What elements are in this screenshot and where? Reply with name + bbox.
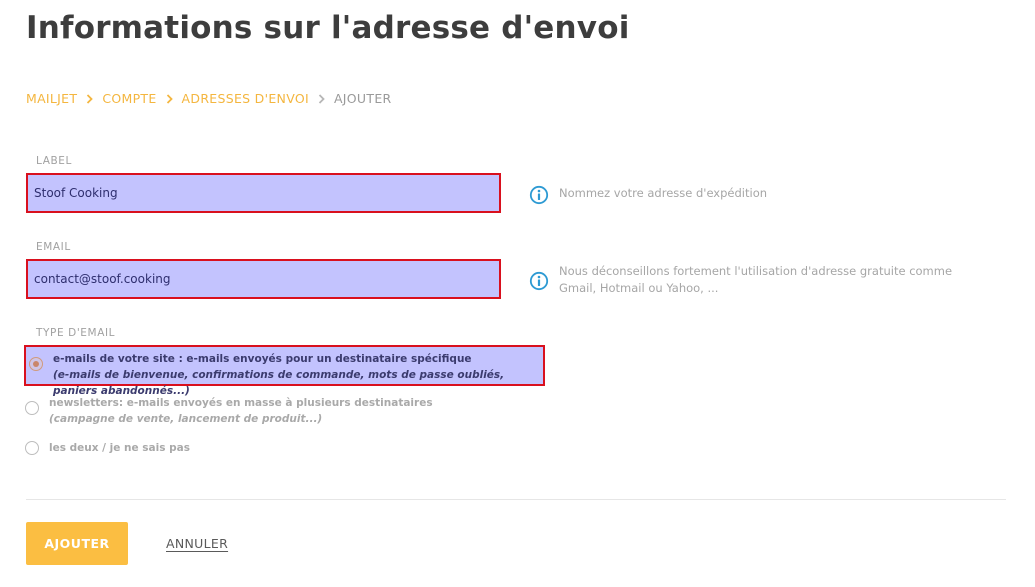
breadcrumb-adresses-envoi[interactable]: ADRESSES D'ENVOI bbox=[182, 91, 309, 106]
email-hint-text: Nous déconseillons fortement l'utilisati… bbox=[559, 264, 953, 295]
breadcrumb-current: AJOUTER bbox=[333, 91, 392, 106]
label-hint-text: Nommez votre adresse d'expédition bbox=[559, 186, 768, 200]
option-text: e-mails de votre site : e-mails envoyés … bbox=[53, 351, 543, 399]
info-icon bbox=[529, 185, 549, 205]
divider bbox=[26, 499, 1006, 500]
option-main-text: newsletters: e-mails envoyés en masse à … bbox=[49, 397, 433, 409]
add-button[interactable]: AJOUTER bbox=[26, 522, 128, 565]
email-type-label: TYPE D'EMAIL bbox=[36, 327, 116, 339]
label-hint: Nommez votre adresse d'expédition bbox=[529, 185, 989, 205]
chevron-right-icon bbox=[86, 93, 94, 104]
option-main-text: e-mails de votre site : e-mails envoyés … bbox=[53, 353, 472, 365]
option-main-text: les deux / je ne sais pas bbox=[49, 442, 190, 454]
label-field-label: LABEL bbox=[36, 155, 72, 167]
email-type-option-site[interactable]: e-mails de votre site : e-mails envoyés … bbox=[24, 345, 545, 397]
radio-button[interactable] bbox=[29, 357, 43, 371]
email-type-option-newsletters[interactable]: newsletters: e-mails envoyés en masse à … bbox=[25, 395, 433, 427]
radio-button[interactable] bbox=[25, 441, 39, 455]
cancel-button[interactable]: ANNULER bbox=[166, 536, 228, 551]
chevron-right-icon bbox=[166, 93, 173, 104]
page-title: Informations sur l'adresse d'envoi bbox=[26, 10, 630, 46]
email-hint: Nous déconseillons fortement l'utilisati… bbox=[529, 263, 989, 297]
email-field-label: EMAIL bbox=[36, 241, 71, 253]
label-input[interactable] bbox=[26, 173, 501, 213]
info-icon bbox=[529, 271, 549, 291]
email-input[interactable] bbox=[26, 259, 501, 299]
breadcrumb-mailjet[interactable]: MAILJET bbox=[26, 91, 77, 106]
chevron-right-icon bbox=[318, 93, 325, 104]
breadcrumb: MAILJET COMPTE ADRESSES D'ENVOI AJOUTER bbox=[26, 91, 392, 106]
radio-button[interactable] bbox=[25, 401, 39, 415]
option-sub-text: (campagne de vente, lancement de produit… bbox=[49, 413, 323, 425]
email-type-option-both[interactable]: les deux / je ne sais pas bbox=[25, 440, 190, 456]
breadcrumb-compte[interactable]: COMPTE bbox=[102, 91, 156, 106]
option-text: newsletters: e-mails envoyés en masse à … bbox=[49, 395, 433, 427]
